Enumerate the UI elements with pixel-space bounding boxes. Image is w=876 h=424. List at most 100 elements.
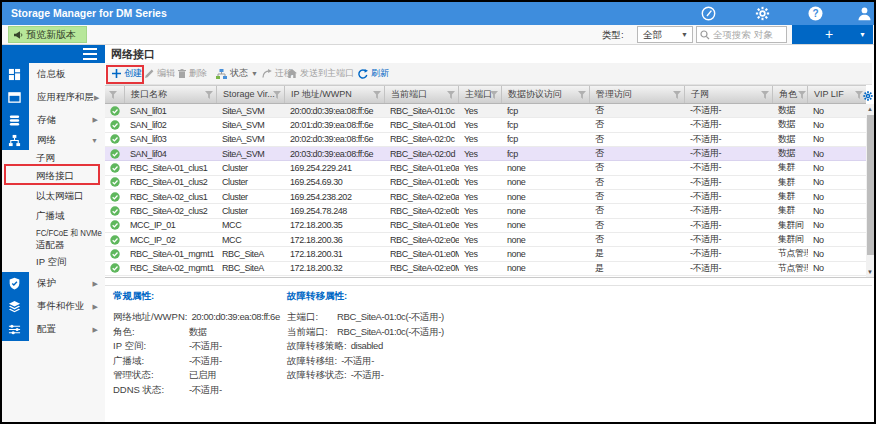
table-row[interactable]: SAN_lif01 SiteA_SVM 20:00:d0:39:ea:08:ff… — [105, 104, 866, 118]
sidebar-item-ipspaces[interactable]: IP 空间 — [0, 252, 105, 272]
sidebar-item-events-jobs[interactable]: 事件和作业 ▶ — [0, 295, 105, 318]
general-properties-group: 常规属性: 网络地址/WWPN:20:00:d0:39:ea:08:ff:6e … — [113, 290, 280, 398]
cell-vip-lif: No — [808, 177, 866, 187]
edit-button[interactable]: 编辑 — [145, 63, 175, 84]
sidebar-item-fc-adapters[interactable]: FC/FCoE 和 NVMe适配器 — [0, 226, 105, 252]
cell-mgmt-access: 否 — [590, 190, 685, 203]
sidebar-item-applications[interactable]: 应用程序和层 ▶ — [0, 86, 105, 109]
column-header-data-protocol[interactable]: 数据协议访问 — [502, 86, 590, 103]
detail-value: disabled — [351, 339, 383, 354]
cell-current-port: RBC_SiteA-01:e0a — [385, 163, 459, 173]
cell-vip-lif: No — [808, 249, 866, 259]
chevron-right-icon: ▶ — [93, 303, 105, 311]
cell-interface-name: RBC_SiteA-02_mgmt1 — [125, 263, 217, 273]
status-ok-icon — [105, 249, 125, 259]
pencil-icon — [145, 69, 154, 78]
add-button[interactable]: + ▼ — [792, 25, 873, 44]
sidebar-item-dashboard[interactable]: 信息板 — [0, 63, 105, 86]
detail-value: 已启用 — [189, 368, 216, 383]
hamburger-menu-icon[interactable] — [83, 48, 97, 60]
cell-interface-name: RBC_SiteA-01_clus2 — [125, 177, 217, 187]
search-icon — [700, 30, 710, 40]
table-row[interactable]: RBC_SiteA-02_clus2 Cluster 169.254.78.24… — [105, 204, 866, 218]
search-input[interactable] — [713, 27, 785, 42]
cell-ip: 20:03:d0:39:ea:08:ff:6e — [285, 149, 385, 159]
sidebar-item-broadcast-domains[interactable]: 广播域 — [0, 206, 105, 226]
general-properties-title: 常规属性: — [113, 290, 280, 303]
help-icon[interactable]: ? — [808, 6, 823, 21]
gear-icon[interactable] — [755, 6, 770, 21]
refresh-button[interactable]: 刷新 — [358, 63, 389, 84]
scrollbar-thumb[interactable] — [867, 115, 874, 255]
filter-icon — [373, 91, 381, 99]
column-header-svm[interactable]: Storage Vir... — [217, 86, 285, 103]
chevron-down-icon: ▼ — [859, 25, 866, 44]
status-button[interactable]: 状态 ▼ — [216, 63, 258, 84]
detail-label: 网络地址/WWPN: — [113, 310, 191, 325]
performance-icon[interactable] — [701, 6, 716, 21]
column-header-name[interactable]: 接口名称 — [125, 86, 217, 103]
table-row[interactable]: SAN_lif03 SiteA_SVM 20:02:d0:39:ea:08:ff… — [105, 133, 866, 147]
preview-new-version-button[interactable]: 预览新版本 — [8, 26, 87, 43]
svg-text:?: ? — [812, 8, 818, 19]
table-row[interactable]: SAN_lif02 SiteA_SVM 20:01:d0:39:ea:08:ff… — [105, 118, 866, 132]
filter-icon — [761, 91, 769, 99]
cell-interface-name: MCC_IP_01 — [125, 220, 217, 230]
column-header-role[interactable]: 角色 — [773, 86, 808, 103]
table-row[interactable]: RBC_SiteA-01_mgmt1 RBC_SiteA 172.18.200.… — [105, 247, 866, 261]
cell-home-port: Yes — [459, 249, 502, 259]
toolbar: 创建 编辑 删除 状态 ▼ 迁移 发送到主端口 刷新 — [106, 63, 872, 85]
cell-home-port: Yes — [459, 263, 502, 273]
send-to-home-port-button[interactable]: 发送到主端口 — [287, 63, 354, 84]
sidebar-item-protection[interactable]: 保护 ▶ — [0, 272, 105, 295]
table-row[interactable]: RBC_SiteA-01_clus2 Cluster 169.254.69.30… — [105, 176, 866, 190]
cell-interface-name: SAN_lif03 — [125, 134, 217, 144]
layers-icon — [0, 295, 29, 318]
cell-current-port: RBC_SiteA-02:e0b — [385, 206, 459, 216]
column-header-current-port[interactable]: 当前端口 — [385, 86, 459, 103]
cell-data-protocol: none — [502, 263, 590, 273]
cell-vip-lif: No — [808, 192, 866, 202]
cell-current-port: RBC_SiteA-01:e0b — [385, 177, 459, 187]
column-header-status[interactable] — [105, 86, 125, 103]
cell-data-protocol: none — [502, 220, 590, 230]
filter-icon — [109, 91, 117, 99]
cell-home-port: Yes — [459, 163, 502, 173]
scroll-up-icon[interactable]: ▲ — [866, 105, 874, 113]
cell-data-protocol: none — [502, 206, 590, 216]
vertical-scrollbar[interactable]: ▲ ▼ — [866, 104, 874, 277]
column-header-mgmt-access[interactable]: 管理访问 — [590, 86, 685, 103]
cell-ip: 172.18.200.36 — [285, 235, 385, 245]
cell-subnet: -不适用- — [685, 176, 773, 189]
table-row[interactable]: SAN_lif04 SiteA_SVM 20:03:d0:39:ea:08:ff… — [105, 147, 866, 161]
sidebar-item-ethernet-ports[interactable]: 以太网端口 — [0, 186, 105, 206]
detail-label: 故障转移策略: — [287, 339, 351, 354]
table-row[interactable]: RBC_SiteA-02_clus1 Cluster 169.254.238.2… — [105, 190, 866, 204]
table-row[interactable]: MCC_IP_01 MCC 172.18.200.35 RBC_SiteA-01… — [105, 219, 866, 233]
table-row[interactable]: RBC_SiteA-02_mgmt1 RBC_SiteA 172.18.200.… — [105, 262, 866, 276]
cell-home-port: Yes — [459, 220, 502, 230]
column-header-vip-lif[interactable]: VIP LIF — [808, 86, 866, 103]
cell-ip: 169.254.229.241 — [285, 163, 385, 173]
cell-subnet: -不适用- — [685, 118, 773, 131]
cell-ip: 169.254.78.248 — [285, 206, 385, 216]
column-header-home-port[interactable]: 主端口 — [459, 86, 502, 103]
detail-label: 主端口: — [287, 310, 337, 325]
status-ok-icon — [105, 263, 125, 273]
column-header-subnet[interactable]: 子网 — [685, 86, 773, 103]
table-row[interactable]: MCC_IP_02 MCC 172.18.200.36 RBC_SiteA-02… — [105, 233, 866, 247]
user-icon[interactable] — [857, 6, 872, 21]
scroll-down-icon[interactable]: ▼ — [866, 268, 874, 276]
table-row[interactable]: RBC_SiteA-01_clus1 Cluster 169.254.229.2… — [105, 161, 866, 175]
column-header-ip[interactable]: IP 地址/WWPN — [285, 86, 385, 103]
cell-subnet: -不适用- — [685, 247, 773, 260]
cell-mgmt-access: 否 — [590, 176, 685, 189]
chevron-down-icon: ▼ — [681, 27, 688, 42]
sidebar-item-configuration[interactable]: 配置 ▶ — [0, 318, 105, 341]
cell-svm: Cluster — [217, 177, 285, 187]
delete-button[interactable]: 删除 — [178, 63, 207, 84]
sidebar-item-network[interactable]: 网络 ▼ — [0, 131, 105, 150]
sidebar-item-storage[interactable]: 存储 ▶ — [0, 109, 105, 131]
column-settings-gear-icon[interactable] — [863, 87, 873, 105]
type-select[interactable]: 全部 ▼ — [637, 26, 693, 43]
